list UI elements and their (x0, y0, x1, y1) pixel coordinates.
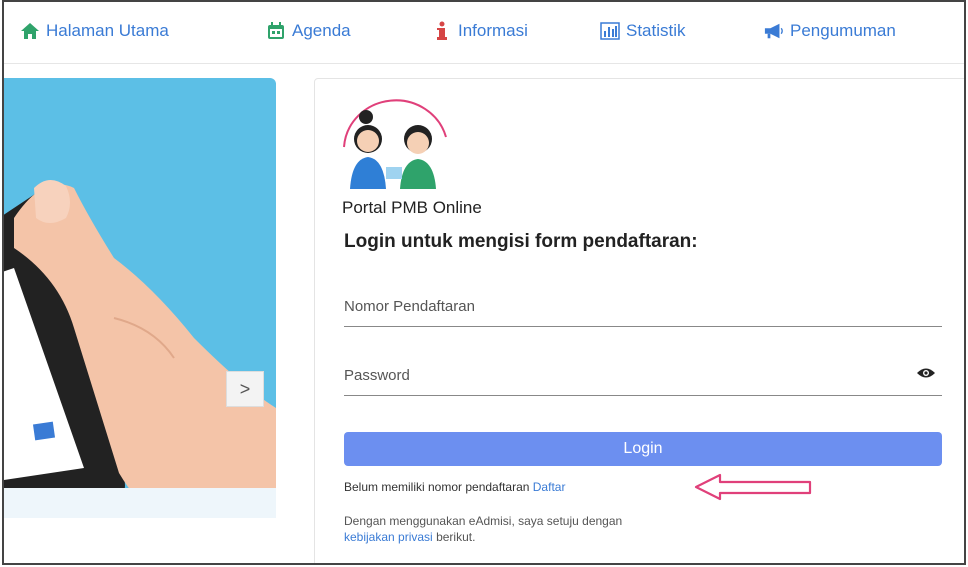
home-icon (20, 21, 40, 41)
hero-bottom-area (4, 488, 276, 518)
hand-phone-illustration (4, 179, 276, 518)
avatar (340, 97, 450, 191)
portal-title: Portal PMB Online (342, 198, 482, 217)
login-heading: Login untuk mengisi form pendaftaran: (344, 231, 698, 252)
nav-label: Statistik (626, 21, 686, 40)
bar-chart-icon (600, 21, 620, 41)
privacy-notice: Dengan menggunakan eAdmisi, saya setuju … (344, 513, 804, 545)
policy-text: Dengan menggunakan eAdmisi, saya setuju … (344, 514, 623, 528)
annotation-arrow (694, 473, 812, 501)
hero-image: > (4, 78, 276, 518)
nav-item-halaman-utama[interactable]: Halaman Utama (20, 18, 169, 44)
nav-item-informasi[interactable]: Informasi (432, 18, 528, 44)
registration-number-input[interactable] (344, 283, 942, 326)
nav-label: Halaman Utama (46, 21, 169, 40)
password-input[interactable] (344, 352, 942, 395)
policy-suffix: berikut. (436, 530, 476, 544)
nav-label: Informasi (458, 21, 528, 40)
nav-item-agenda[interactable]: Agenda (266, 18, 351, 44)
calendar-icon (266, 21, 286, 41)
nav-label: Pengumuman (790, 21, 896, 40)
show-password-icon[interactable] (916, 366, 936, 380)
nav-item-pengumuman[interactable]: Pengumuman (764, 18, 896, 44)
password-field (344, 352, 942, 396)
megaphone-icon (764, 21, 784, 41)
register-prompt: Belum memiliki nomor pendaftaran Daftar (344, 480, 565, 494)
register-link[interactable]: Daftar (533, 480, 566, 494)
nav-item-statistik[interactable]: Statistik (600, 18, 686, 44)
register-text: Belum memiliki nomor pendaftaran (344, 480, 530, 494)
slider-next-button[interactable]: > (226, 371, 264, 407)
nav-label: Agenda (292, 21, 351, 40)
privacy-policy-link[interactable]: kebijakan privasi (344, 530, 433, 544)
page-frame: Halaman Utama Agenda Informasi Statistik… (2, 0, 966, 565)
info-icon (432, 21, 452, 41)
registration-number-field (344, 283, 942, 327)
login-button[interactable]: Login (344, 432, 942, 466)
top-navigation: Halaman Utama Agenda Informasi Statistik… (4, 2, 964, 64)
